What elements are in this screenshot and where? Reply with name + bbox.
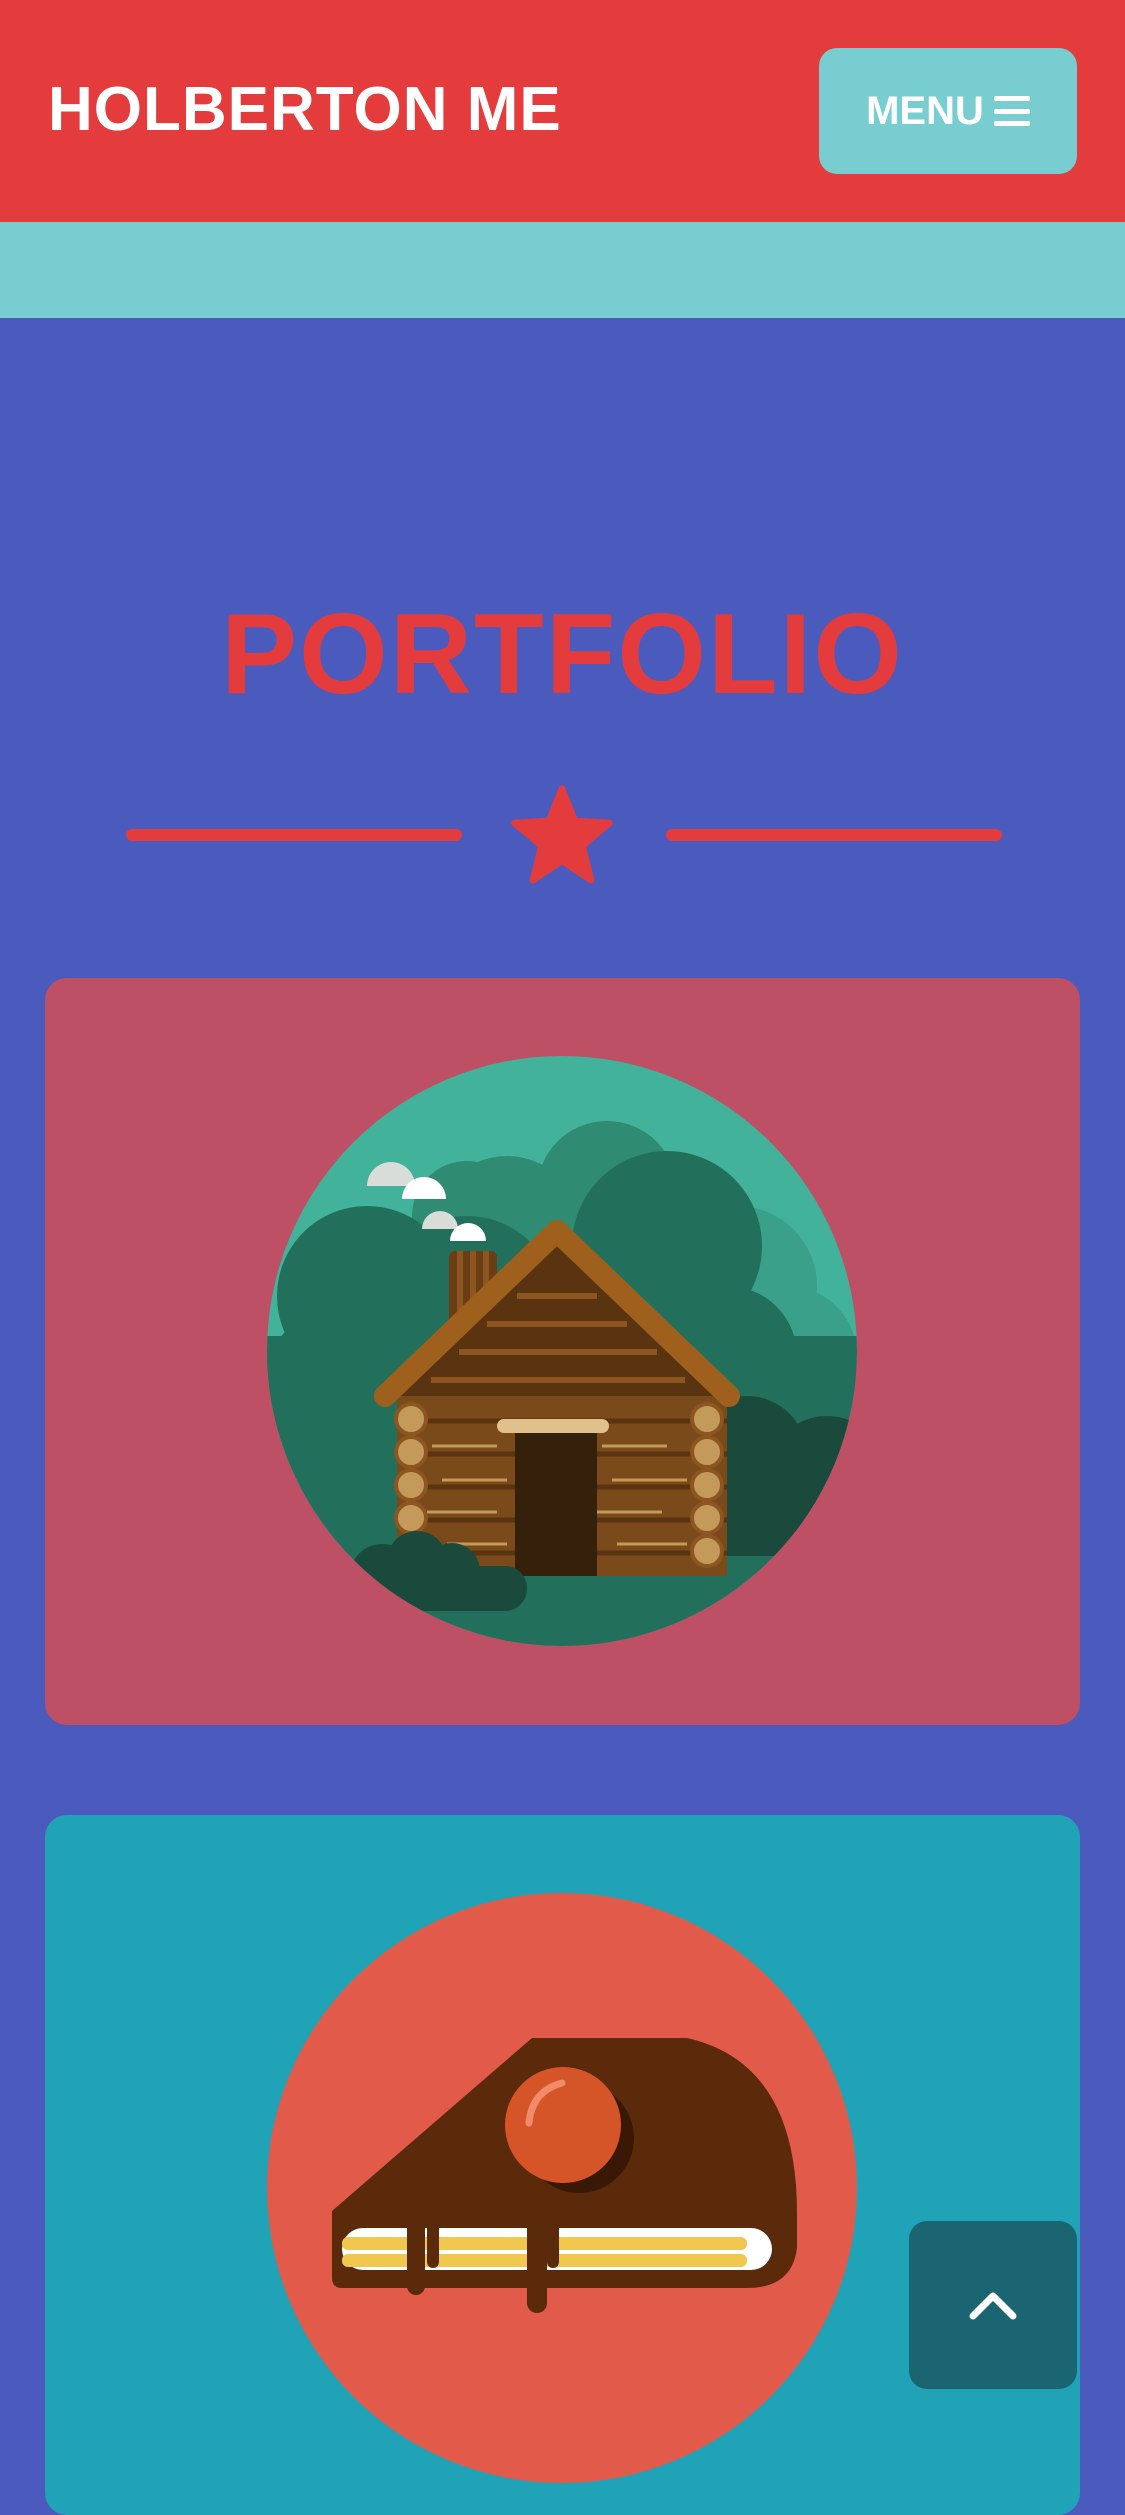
- divider-line-right: [666, 829, 1002, 841]
- section-title: PORTFOLIO: [221, 591, 904, 718]
- scroll-to-top-button[interactable]: [909, 2221, 1077, 2389]
- header-band: [0, 222, 1125, 318]
- brand-link[interactable]: HOLBERTON ME: [48, 70, 562, 150]
- bars-icon: [993, 96, 1030, 126]
- menu-button[interactable]: MENU: [819, 48, 1077, 174]
- chevron-up-icon: [969, 2292, 1017, 2320]
- star-icon: [511, 785, 613, 884]
- portfolio-item-cabin[interactable]: [45, 978, 1080, 1725]
- cake-slice-illustration: [267, 1893, 857, 2483]
- menu-label: MENU: [866, 88, 984, 133]
- log-cabin-illustration: [267, 1056, 857, 1646]
- navbar: HOLBERTON ME MENU: [0, 0, 1125, 222]
- divider-line-left: [126, 829, 462, 841]
- portfolio-item-cake[interactable]: [45, 1815, 1080, 2515]
